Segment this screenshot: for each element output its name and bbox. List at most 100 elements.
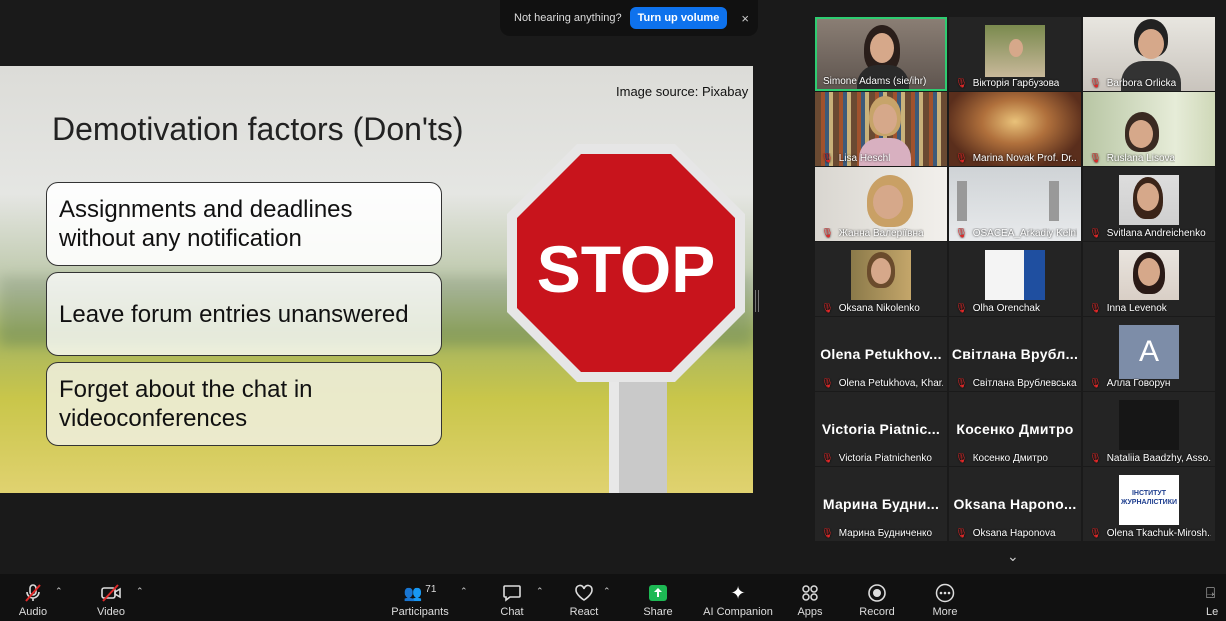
- participant-gallery: Simone Adams (sie/ihr) 🎙 Вікторія Гарбузо…: [815, 17, 1217, 542]
- more-label: More: [932, 606, 958, 618]
- more-icon: [935, 580, 955, 606]
- close-icon[interactable]: ×: [741, 11, 749, 26]
- chat-label: Chat: [500, 606, 524, 618]
- chat-icon: [502, 580, 522, 606]
- participant-tile[interactable]: 🎙 Marina Novak Prof. Dr...: [949, 92, 1081, 166]
- participant-display-name: Світлана Врубл...: [951, 346, 1079, 362]
- muted-mic-icon: 🎙: [955, 453, 968, 464]
- muted-mic-icon: 🎙: [821, 303, 834, 314]
- audio-label: Audio: [18, 606, 48, 618]
- heart-icon: [574, 580, 594, 606]
- participant-tile[interactable]: 🎙 OSACEA_Arkadiy Kelnik: [949, 167, 1081, 241]
- muted-mic-icon: 🎙: [1089, 528, 1102, 539]
- more-button[interactable]: More: [928, 574, 962, 621]
- chevron-up-icon[interactable]: ⌃: [460, 586, 468, 597]
- participants-button[interactable]: 👥 71 Participants: [390, 574, 450, 621]
- participant-tile[interactable]: Olena Petukhov... 🎙 Olena Petukhova, Khar…: [815, 317, 947, 391]
- record-button[interactable]: Record: [858, 574, 896, 621]
- muted-mic-icon: 🎙: [1089, 378, 1102, 389]
- participant-tile[interactable]: Simone Adams (sie/ihr): [815, 17, 947, 91]
- muted-mic-icon: 🎙: [955, 378, 968, 389]
- share-button[interactable]: Share: [640, 574, 676, 621]
- chevron-up-icon[interactable]: ⌃: [603, 586, 611, 597]
- participant-tile[interactable]: 🎙 Lisa Heschl: [815, 92, 947, 166]
- chevron-up-icon[interactable]: ⌃: [536, 586, 544, 597]
- video-off-thumbnail: [1119, 400, 1179, 450]
- participant-name: Lisa Heschl: [838, 153, 891, 164]
- participant-tile[interactable]: Victoria Piatnic... 🎙 Victoria Piatnichen…: [815, 392, 947, 466]
- ai-companion-label: AI Companion: [703, 606, 773, 618]
- leave-button[interactable]: ⍈ Le: [1206, 574, 1226, 621]
- participant-name: Inna Levenok: [1106, 303, 1167, 314]
- muted-mic-icon: 🎙: [955, 303, 968, 314]
- participant-name: Вікторія Гарбузова: [972, 78, 1060, 89]
- muted-mic-icon: 🎙: [1089, 303, 1102, 314]
- participant-tile[interactable]: Oksana Hapono... 🎙 Oksana Haponova: [949, 467, 1081, 541]
- view-splitter-handle[interactable]: [755, 290, 759, 312]
- participant-display-name: Victoria Piatnic...: [821, 421, 941, 437]
- muted-mic-icon: 🎙: [1089, 453, 1102, 464]
- participant-tile[interactable]: Косенко Дмитро 🎙 Косенко Дмитро: [949, 392, 1081, 466]
- muted-mic-icon: 🎙: [955, 528, 968, 539]
- participant-name: Ruslana Lisova: [1106, 153, 1176, 164]
- participant-display-name: Косенко Дмитро: [956, 421, 1074, 437]
- participant-tile[interactable]: 🎙 Barbora Orlicka: [1083, 17, 1215, 91]
- audio-button[interactable]: Audio: [14, 574, 52, 621]
- react-label: React: [569, 606, 599, 618]
- share-screen-icon: [648, 580, 668, 606]
- slide-title: Demotivation factors (Don'ts): [52, 111, 464, 147]
- leave-label: Le: [1206, 606, 1219, 618]
- meeting-toolbar: Audio ⌃ Video ⌃ 👥 71 Participants ⌃ Chat…: [0, 574, 1226, 621]
- muted-mic-icon: 🎙: [821, 153, 834, 164]
- chevron-up-icon[interactable]: ⌃: [55, 586, 63, 597]
- participant-name: Olha Orenchak: [972, 303, 1040, 314]
- muted-mic-icon: 🎙: [1089, 78, 1102, 89]
- avatar: A: [1119, 325, 1179, 379]
- participant-tile[interactable]: Марина Будни... 🎙 Марина Будниченко: [815, 467, 947, 541]
- turn-up-volume-button[interactable]: Turn up volume: [629, 7, 728, 29]
- react-button[interactable]: React: [568, 574, 600, 621]
- participant-tile[interactable]: 🎙 Nataliia Baadzhy, Asso...: [1083, 392, 1215, 466]
- participant-name: Simone Adams (sie/ihr): [823, 76, 927, 87]
- muted-mic-icon: 🎙: [955, 153, 968, 164]
- audio-notification: Not hearing anything? Turn up volume ×: [500, 0, 758, 36]
- participant-tile[interactable]: 🎙 Olha Orenchak: [949, 242, 1081, 316]
- participant-name: Olena Petukhova, Khar...: [838, 378, 943, 389]
- participant-name: Victoria Piatnichenko: [838, 453, 932, 464]
- stop-sign-text: STOP: [537, 232, 716, 306]
- muted-mic-icon: 🎙: [1089, 228, 1102, 239]
- participant-name: Світлана Врублевська: [972, 378, 1077, 389]
- participant-name: Svitlana Andreichenko: [1106, 228, 1206, 239]
- leave-icon: ⍈: [1206, 584, 1216, 602]
- muted-mic-icon: 🎙: [955, 78, 968, 89]
- chevron-up-icon[interactable]: ⌃: [136, 586, 144, 597]
- participant-name: Marina Novak Prof. Dr...: [972, 153, 1077, 164]
- chat-button[interactable]: Chat: [496, 574, 528, 621]
- participant-display-name: Oksana Hapono...: [953, 496, 1077, 512]
- participant-name: Oksana Haponova: [972, 528, 1056, 539]
- participant-tile[interactable]: Світлана Врубл... 🎙 Світлана Врублевська: [949, 317, 1081, 391]
- participant-name: Olena Tkachuk-Mirosh...: [1106, 528, 1211, 539]
- participant-tile[interactable]: 🎙 Вікторія Гарбузова: [949, 17, 1081, 91]
- participant-tile[interactable]: 🎙 Svitlana Andreichenko: [1083, 167, 1215, 241]
- apps-button[interactable]: Apps: [794, 574, 826, 621]
- slide-item: Forget about the chat in videoconference…: [46, 362, 442, 446]
- muted-mic-icon: 🎙: [821, 228, 834, 239]
- video-off-icon: [100, 580, 122, 606]
- participant-tile[interactable]: 🎙 Ruslana Lisova: [1083, 92, 1215, 166]
- muted-mic-icon: 🎙: [821, 453, 834, 464]
- participant-name: Алла Говорун: [1106, 378, 1171, 389]
- participant-tile[interactable]: A 🎙 Алла Говорун: [1083, 317, 1215, 391]
- participant-tile[interactable]: ІНСТИТУТ ЖУРНАЛІСТИКИ 🎙 Olena Tkachuk-Mir…: [1083, 467, 1215, 541]
- stop-sign-image: STOP: [505, 140, 750, 493]
- participant-name: Nataliia Baadzhy, Asso...: [1106, 453, 1211, 464]
- video-button[interactable]: Video: [92, 574, 130, 621]
- participant-tile[interactable]: 🎙 Inna Levenok: [1083, 242, 1215, 316]
- participant-tile[interactable]: 🎙 Жанна Валеріївна: [815, 167, 947, 241]
- muted-mic-icon: 🎙: [1089, 153, 1102, 164]
- participant-tile[interactable]: 🎙 Oksana Nikolenko: [815, 242, 947, 316]
- participants-label: Participants: [391, 606, 449, 618]
- ai-companion-button[interactable]: ✦ AI Companion: [700, 574, 776, 621]
- muted-mic-icon: 🎙: [821, 378, 834, 389]
- chevron-down-icon[interactable]: ⌄: [1007, 548, 1019, 565]
